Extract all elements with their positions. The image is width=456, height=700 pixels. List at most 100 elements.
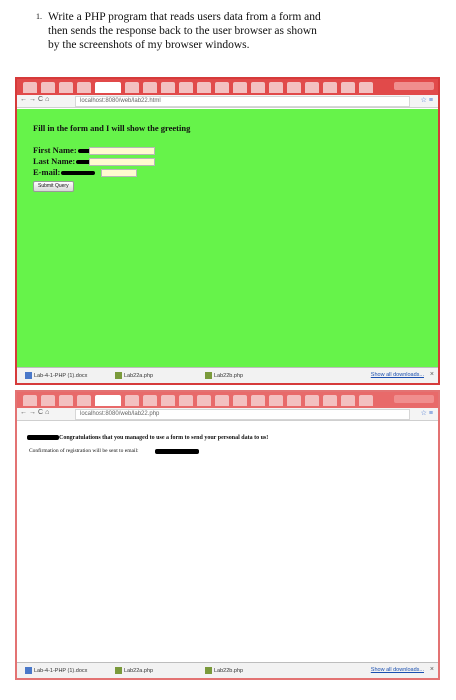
file-icon — [205, 667, 212, 674]
reload-icon[interactable]: C — [38, 96, 45, 103]
file-icon — [115, 667, 122, 674]
download-item[interactable]: Lab-4-1-PHP (1).docx — [25, 372, 87, 379]
tab[interactable] — [77, 82, 91, 93]
redaction — [61, 171, 96, 176]
window-controls[interactable] — [394, 82, 434, 90]
tab[interactable] — [287, 395, 301, 406]
response-page: Congratulations that you managed to use … — [17, 422, 438, 663]
download-label: Lab22b.php — [214, 372, 244, 379]
file-icon — [205, 372, 212, 379]
home-icon[interactable]: ⌂ — [45, 409, 51, 416]
question-line-1: Write a PHP program that reads users dat… — [48, 11, 321, 23]
browser-window-response: ←→C⌂ localhost:8080/web/lab22.php ☆≡ Con… — [15, 390, 440, 680]
tab[interactable] — [77, 395, 91, 406]
address-field[interactable]: localhost:8080/web/lab22.html — [75, 96, 410, 107]
tab[interactable] — [143, 395, 157, 406]
star-icon[interactable]: ☆ — [421, 97, 429, 104]
tab[interactable] — [233, 82, 247, 93]
tab[interactable] — [251, 395, 265, 406]
download-label: Lab-4-1-PHP (1).docx — [34, 372, 88, 379]
file-icon — [115, 372, 122, 379]
url-bar: ←→C⌂ localhost:8080/web/lab22.php ☆≡ — [17, 408, 438, 421]
tab[interactable] — [287, 82, 301, 93]
tab-strip — [17, 392, 438, 408]
first-name-row: First Name: — [33, 145, 96, 155]
file-icon — [25, 667, 32, 674]
window-controls[interactable] — [394, 395, 434, 403]
form-page: Fill in the form and I will show the gre… — [17, 109, 438, 368]
download-item[interactable]: Lab-4-1-PHP (1).docx — [25, 667, 87, 674]
tab[interactable] — [305, 82, 319, 93]
email-input[interactable] — [101, 169, 137, 177]
download-label: Lab22a.php — [124, 372, 154, 379]
download-label: Lab-4-1-PHP (1).docx — [34, 667, 88, 674]
first-name-label: First Name: — [33, 145, 77, 155]
tab[interactable] — [359, 395, 373, 406]
tab[interactable] — [251, 82, 265, 93]
show-all-downloads-link[interactable]: Show all downloads... — [371, 667, 424, 673]
tab-active[interactable] — [95, 395, 121, 406]
tab[interactable] — [125, 395, 139, 406]
tab[interactable] — [179, 82, 193, 93]
tab[interactable] — [161, 82, 175, 93]
tab[interactable] — [341, 82, 355, 93]
download-label: Lab22b.php — [214, 667, 244, 674]
reload-icon[interactable]: C — [38, 409, 45, 416]
download-item[interactable]: Lab22b.php — [205, 372, 243, 379]
tab[interactable] — [161, 395, 175, 406]
congratulations-text: Congratulations that you managed to use … — [59, 435, 269, 441]
tab[interactable] — [59, 82, 73, 93]
tab[interactable] — [233, 395, 247, 406]
back-arrow-icon[interactable]: ← — [20, 96, 29, 103]
browser-window-form: ←→C⌂ localhost:8080/web/lab22.html ☆≡ Fi… — [15, 77, 440, 385]
close-downloads-button[interactable]: × — [430, 371, 434, 378]
tab-strip — [17, 79, 438, 95]
download-item[interactable]: Lab22a.php — [115, 372, 153, 379]
url-bar: ←→C⌂ localhost:8080/web/lab22.html ☆≡ — [17, 95, 438, 108]
tab[interactable] — [23, 395, 37, 406]
first-name-input[interactable] — [89, 147, 155, 155]
tab[interactable] — [359, 82, 373, 93]
tab[interactable] — [197, 82, 211, 93]
tab[interactable] — [305, 395, 319, 406]
tab[interactable] — [323, 395, 337, 406]
download-item[interactable]: Lab22a.php — [115, 667, 153, 674]
submit-button[interactable]: Submit Query — [33, 181, 74, 192]
question-number: 1. — [36, 12, 42, 21]
tab-active[interactable] — [95, 82, 121, 93]
tab[interactable] — [341, 395, 355, 406]
tab[interactable] — [269, 395, 283, 406]
tab[interactable] — [323, 82, 337, 93]
download-item[interactable]: Lab22b.php — [205, 667, 243, 674]
tab[interactable] — [215, 395, 229, 406]
tab[interactable] — [125, 82, 139, 93]
star-icon[interactable]: ☆ — [421, 410, 429, 417]
tab[interactable] — [269, 82, 283, 93]
tab[interactable] — [179, 395, 193, 406]
forward-arrow-icon[interactable]: → — [29, 96, 38, 103]
menu-icon[interactable]: ≡ — [429, 97, 435, 104]
email-row: E-mail: — [33, 167, 96, 177]
tab[interactable] — [215, 82, 229, 93]
tab[interactable] — [197, 395, 211, 406]
toolbar-icons[interactable]: ☆≡ — [421, 409, 435, 417]
nav-buttons[interactable]: ←→C⌂ — [20, 409, 51, 416]
menu-icon[interactable]: ≡ — [429, 410, 435, 417]
home-icon[interactable]: ⌂ — [45, 96, 51, 103]
address-field[interactable]: localhost:8080/web/lab22.php — [75, 409, 410, 420]
show-all-downloads-link[interactable]: Show all downloads... — [371, 372, 424, 378]
forward-arrow-icon[interactable]: → — [29, 409, 38, 416]
tab[interactable] — [59, 395, 73, 406]
close-downloads-button[interactable]: × — [430, 666, 434, 673]
file-icon — [25, 372, 32, 379]
back-arrow-icon[interactable]: ← — [20, 409, 29, 416]
tab[interactable] — [23, 82, 37, 93]
tab[interactable] — [41, 395, 55, 406]
downloads-bar: Lab-4-1-PHP (1).docx Lab22a.php Lab22b.p… — [17, 662, 438, 678]
tab[interactable] — [41, 82, 55, 93]
nav-buttons[interactable]: ←→C⌂ — [20, 96, 51, 103]
question-line-3: by the screenshots of my browser windows… — [48, 39, 250, 51]
last-name-input[interactable] — [89, 158, 155, 166]
tab[interactable] — [143, 82, 157, 93]
toolbar-icons[interactable]: ☆≡ — [421, 96, 435, 104]
